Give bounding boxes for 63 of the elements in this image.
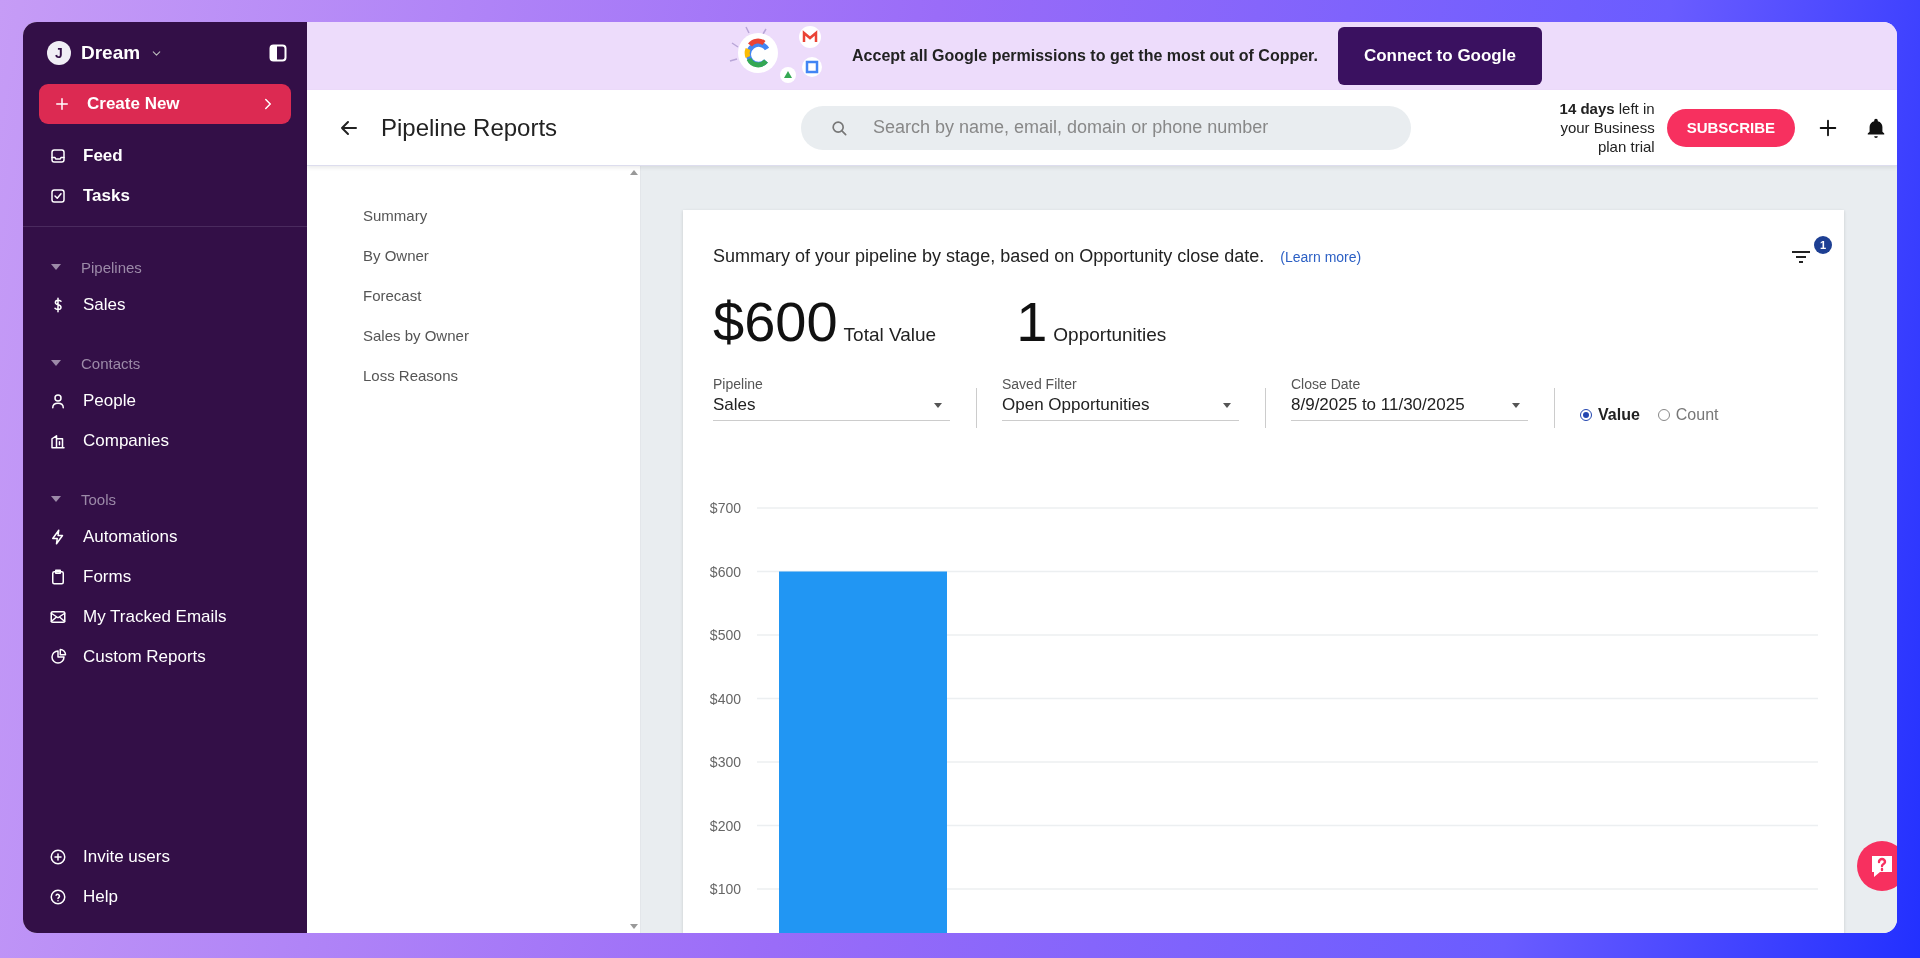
- sidebar-item[interactable]: Automations: [39, 517, 291, 557]
- y-axis-label: $100: [709, 881, 741, 897]
- report-nav-item[interactable]: Loss Reasons: [307, 356, 627, 396]
- y-axis-label: $200: [709, 817, 741, 834]
- radio-option[interactable]: Count: [1657, 406, 1719, 424]
- sidebar-item[interactable]: People: [39, 381, 291, 421]
- search-field[interactable]: Search by name, email, domain or phone number: [801, 105, 1411, 150]
- y-axis-label: $400: [709, 690, 741, 707]
- filter-count-badge: 1: [1814, 236, 1832, 254]
- bell-icon[interactable]: [1865, 116, 1887, 139]
- report-nav-item[interactable]: Summary: [307, 196, 627, 236]
- trial-notice: 14 days left in your Business plan trial: [1558, 99, 1655, 156]
- workspace-name[interactable]: Dream: [81, 42, 141, 64]
- stat-label: Total Value: [843, 324, 937, 346]
- sidebar-item[interactable]: Tasks: [39, 176, 291, 216]
- stat-label: Opportunities: [1053, 324, 1167, 346]
- plus-circle-icon: [49, 848, 67, 866]
- y-axis-label: $500: [709, 627, 741, 643]
- sidebar-item[interactable]: Feed: [39, 136, 291, 176]
- filter-dropdown[interactable]: Saved Filter Open Opportunities: [1002, 376, 1239, 421]
- y-axis-label: $700: [709, 500, 741, 516]
- plus-icon: [53, 95, 71, 113]
- y-axis-label: $600: [709, 563, 741, 580]
- sidebar-item[interactable]: Sales: [39, 285, 291, 325]
- section-header[interactable]: Tools: [39, 481, 291, 517]
- person-icon: [49, 392, 67, 410]
- help-icon: [49, 888, 67, 906]
- sidebar-item[interactable]: My Tracked Emails: [39, 597, 291, 637]
- section-header[interactable]: Pipelines: [39, 249, 291, 285]
- pie-chart-icon: [49, 648, 67, 666]
- building-icon: [49, 432, 67, 450]
- clipboard-icon: [49, 568, 67, 586]
- envelope-icon: [49, 608, 67, 626]
- filter-dropdown[interactable]: Close Date 8/9/2025 to 11/30/2025: [1291, 376, 1528, 421]
- filter-dropdown[interactable]: Pipeline Sales: [713, 376, 950, 421]
- subscribe-button[interactable]: SUBSCRIBE: [1666, 108, 1795, 147]
- learn-more-link[interactable]: (Learn more): [1280, 249, 1362, 265]
- caret-icon: [51, 264, 61, 270]
- inbox-icon: [49, 147, 67, 165]
- page-title: Pipeline Reports: [381, 113, 559, 142]
- sidebar-item[interactable]: Forms: [39, 557, 291, 597]
- sidebar-toggle-icon[interactable]: [269, 44, 287, 62]
- radio-option[interactable]: Value: [1580, 406, 1640, 424]
- caret-icon: [51, 496, 61, 502]
- stat-value: $600: [713, 289, 838, 354]
- help-chat-button[interactable]: [1857, 841, 1897, 891]
- report-nav-item[interactable]: By Owner: [307, 236, 627, 276]
- banner-message: Accept all Google permissions to get the most out of Copper.: [852, 47, 1318, 65]
- sidebar-item[interactable]: Companies: [39, 421, 291, 461]
- connect-google-button[interactable]: Connect to Google: [1337, 27, 1542, 85]
- caret-icon: [51, 360, 61, 366]
- y-axis-label: $300: [709, 754, 741, 770]
- create-new-button[interactable]: Create New: [39, 84, 291, 124]
- report-nav-item[interactable]: Forecast: [307, 276, 627, 316]
- sidebar-item[interactable]: Help: [39, 877, 291, 917]
- sidebar-item[interactable]: Invite users: [39, 837, 291, 877]
- avatar[interactable]: J: [47, 41, 71, 65]
- report-nav-item[interactable]: Sales by Owner: [307, 316, 627, 356]
- section-header[interactable]: Contacts: [39, 345, 291, 381]
- stat-value: 1: [1016, 289, 1048, 354]
- report-description: Summary of your pipeline by stage, based on Opportunity close date.: [713, 246, 1265, 267]
- sidebar-item[interactable]: Custom Reports: [39, 637, 291, 677]
- checkbox-icon: [49, 187, 67, 205]
